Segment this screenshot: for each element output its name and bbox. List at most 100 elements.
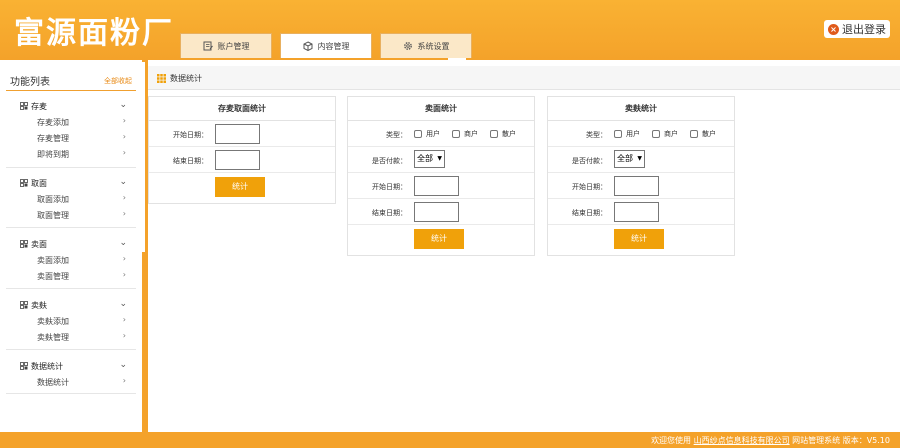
- top-nav: 账户管理 内容管理 系统设置: [180, 33, 472, 58]
- sidebar-item-label: 取面添加: [37, 195, 69, 204]
- sidebar-scrollbar-thumb[interactable]: [142, 62, 145, 252]
- sidebar-item-label: 即将到期: [37, 150, 69, 159]
- sidebar-group-maimian: 卖面 ⌄ 卖面添加 › 卖面管理 ›: [0, 236, 142, 284]
- company-link[interactable]: 山西纱点信息科技有限公司: [694, 436, 790, 445]
- chevron-right-icon: ›: [122, 116, 126, 125]
- checkbox-merchant[interactable]: [452, 130, 460, 138]
- footer-system: 网站管理系统: [792, 436, 841, 445]
- tab-system-settings[interactable]: 系统设置: [380, 33, 472, 58]
- start-date-input[interactable]: [614, 176, 659, 196]
- stats-button[interactable]: 统计: [215, 177, 265, 197]
- paid-label: 是否付款：: [572, 157, 607, 165]
- chevron-right-icon: ›: [122, 315, 126, 324]
- start-date-label: 开始日期：: [173, 131, 208, 139]
- chevron-right-icon: ›: [122, 331, 126, 340]
- sidebar-item[interactable]: 卖面添加 ›: [0, 252, 142, 268]
- sidebar-item[interactable]: 卖麸添加 ›: [0, 313, 142, 329]
- collapse-all-link[interactable]: 全部收起: [104, 76, 132, 86]
- sidebar-item-label: 存麦管理: [37, 134, 69, 143]
- sidebar-item[interactable]: 取面添加 ›: [0, 191, 142, 207]
- type-checkboxes: 用户 商户 散户: [614, 129, 728, 139]
- grid-icon: [157, 74, 166, 83]
- form-row: 类型： 用户 商户 散户: [348, 121, 534, 147]
- close-icon: ×: [828, 23, 839, 35]
- site-logo: 富源面粉厂: [14, 16, 174, 51]
- caret-down-icon: ▼: [637, 155, 642, 162]
- sidebar-group-header[interactable]: 数据统计 ⌄: [0, 358, 142, 374]
- page-title: 数据统计: [170, 74, 202, 83]
- form-row: 统计: [548, 225, 734, 255]
- chevron-right-icon: ›: [122, 132, 126, 141]
- sidebar-item-label: 卖面管理: [37, 272, 69, 281]
- chevron-right-icon: ›: [122, 148, 126, 157]
- sidebar-item[interactable]: 即将到期 ›: [0, 146, 142, 162]
- paid-select-value: 全部: [417, 154, 433, 163]
- footer-text: 欢迎您使用 山西纱点信息科技有限公司 网站管理系统 版本：V5.10: [651, 435, 890, 446]
- chevron-down-icon: ⌄: [119, 299, 127, 309]
- sidebar-item[interactable]: 存麦添加 ›: [0, 114, 142, 130]
- caret-down-icon: ▼: [437, 155, 442, 162]
- paid-select-value: 全部: [617, 154, 633, 163]
- type-checkboxes: 用户 商户 散户: [414, 129, 528, 139]
- ledger-icon: [203, 41, 213, 51]
- stats-button[interactable]: 统计: [614, 229, 664, 249]
- sidebar-group-label: 卖面: [31, 239, 47, 249]
- panel-deposit-stats: 存麦取面统计 开始日期： 结束日期： 统计: [148, 96, 336, 204]
- sidebar-item-label: 取面管理: [37, 211, 69, 220]
- checkbox-label: 商户: [664, 130, 678, 138]
- grid-icon: [20, 301, 28, 309]
- sidebar-group-label: 数据统计: [31, 361, 63, 371]
- checkbox-user[interactable]: [614, 130, 622, 138]
- chevron-down-icon: ⌄: [119, 177, 127, 187]
- form-row: 开始日期：: [548, 173, 734, 199]
- sidebar-group-label: 取面: [31, 178, 47, 188]
- checkbox-merchant[interactable]: [652, 130, 660, 138]
- tab-label: 账户管理: [217, 41, 250, 51]
- tab-label: 系统设置: [417, 41, 450, 51]
- paid-label: 是否付款：: [372, 157, 407, 165]
- logout-button[interactable]: × 退出登录: [824, 20, 890, 38]
- sidebar-item-label: 卖面添加: [37, 256, 69, 265]
- chevron-right-icon: ›: [122, 209, 126, 218]
- end-date-input[interactable]: [614, 202, 659, 222]
- checkbox-retail[interactable]: [490, 130, 498, 138]
- start-date-label: 开始日期：: [572, 183, 607, 191]
- grid-icon: [20, 102, 28, 110]
- end-date-input[interactable]: [215, 150, 260, 170]
- sidebar-item[interactable]: 卖面管理 ›: [0, 268, 142, 284]
- paid-select[interactable]: 全部 ▼: [414, 150, 445, 168]
- sidebar-item[interactable]: 存麦管理 ›: [0, 130, 142, 146]
- sidebar-item-label: 卖麸管理: [37, 333, 69, 342]
- sidebar-group-header[interactable]: 存麦 ⌄: [0, 98, 142, 114]
- start-date-input[interactable]: [215, 124, 260, 144]
- sidebar-group-header[interactable]: 卖面 ⌄: [0, 236, 142, 252]
- type-label: 类型：: [386, 131, 407, 139]
- form-row: 是否付款： 全部 ▼: [548, 147, 734, 173]
- grid-icon: [20, 179, 28, 187]
- checkbox-user[interactable]: [414, 130, 422, 138]
- end-date-input[interactable]: [414, 202, 459, 222]
- checkbox-label: 用户: [426, 130, 440, 138]
- sidebar-item[interactable]: 取面管理 ›: [0, 207, 142, 223]
- divider: [6, 227, 136, 228]
- type-label: 类型：: [586, 131, 607, 139]
- stats-button[interactable]: 统计: [414, 229, 464, 249]
- footer-version: 版本：V5.10: [842, 436, 890, 445]
- sidebar-group-data-stats: 数据统计 ⌄ 数据统计 ›: [0, 358, 142, 390]
- paid-select[interactable]: 全部 ▼: [614, 150, 645, 168]
- divider: [6, 90, 136, 91]
- form-row: 开始日期：: [348, 173, 534, 199]
- form-row: 类型： 用户 商户 散户: [548, 121, 734, 147]
- checkbox-label: 商户: [464, 130, 478, 138]
- sidebar-item[interactable]: 卖麸管理 ›: [0, 329, 142, 345]
- form-row: 结束日期：: [348, 199, 534, 225]
- sidebar-item[interactable]: 数据统计 ›: [0, 374, 142, 390]
- tab-account-management[interactable]: 账户管理: [180, 33, 272, 58]
- sidebar-group-header[interactable]: 卖麸 ⌄: [0, 297, 142, 313]
- start-date-input[interactable]: [414, 176, 459, 196]
- sidebar-group-label: 存麦: [31, 101, 47, 111]
- panel-title: 卖麸统计: [548, 97, 734, 121]
- tab-content-management[interactable]: 内容管理: [280, 33, 372, 58]
- sidebar-group-header[interactable]: 取面 ⌄: [0, 175, 142, 191]
- checkbox-retail[interactable]: [690, 130, 698, 138]
